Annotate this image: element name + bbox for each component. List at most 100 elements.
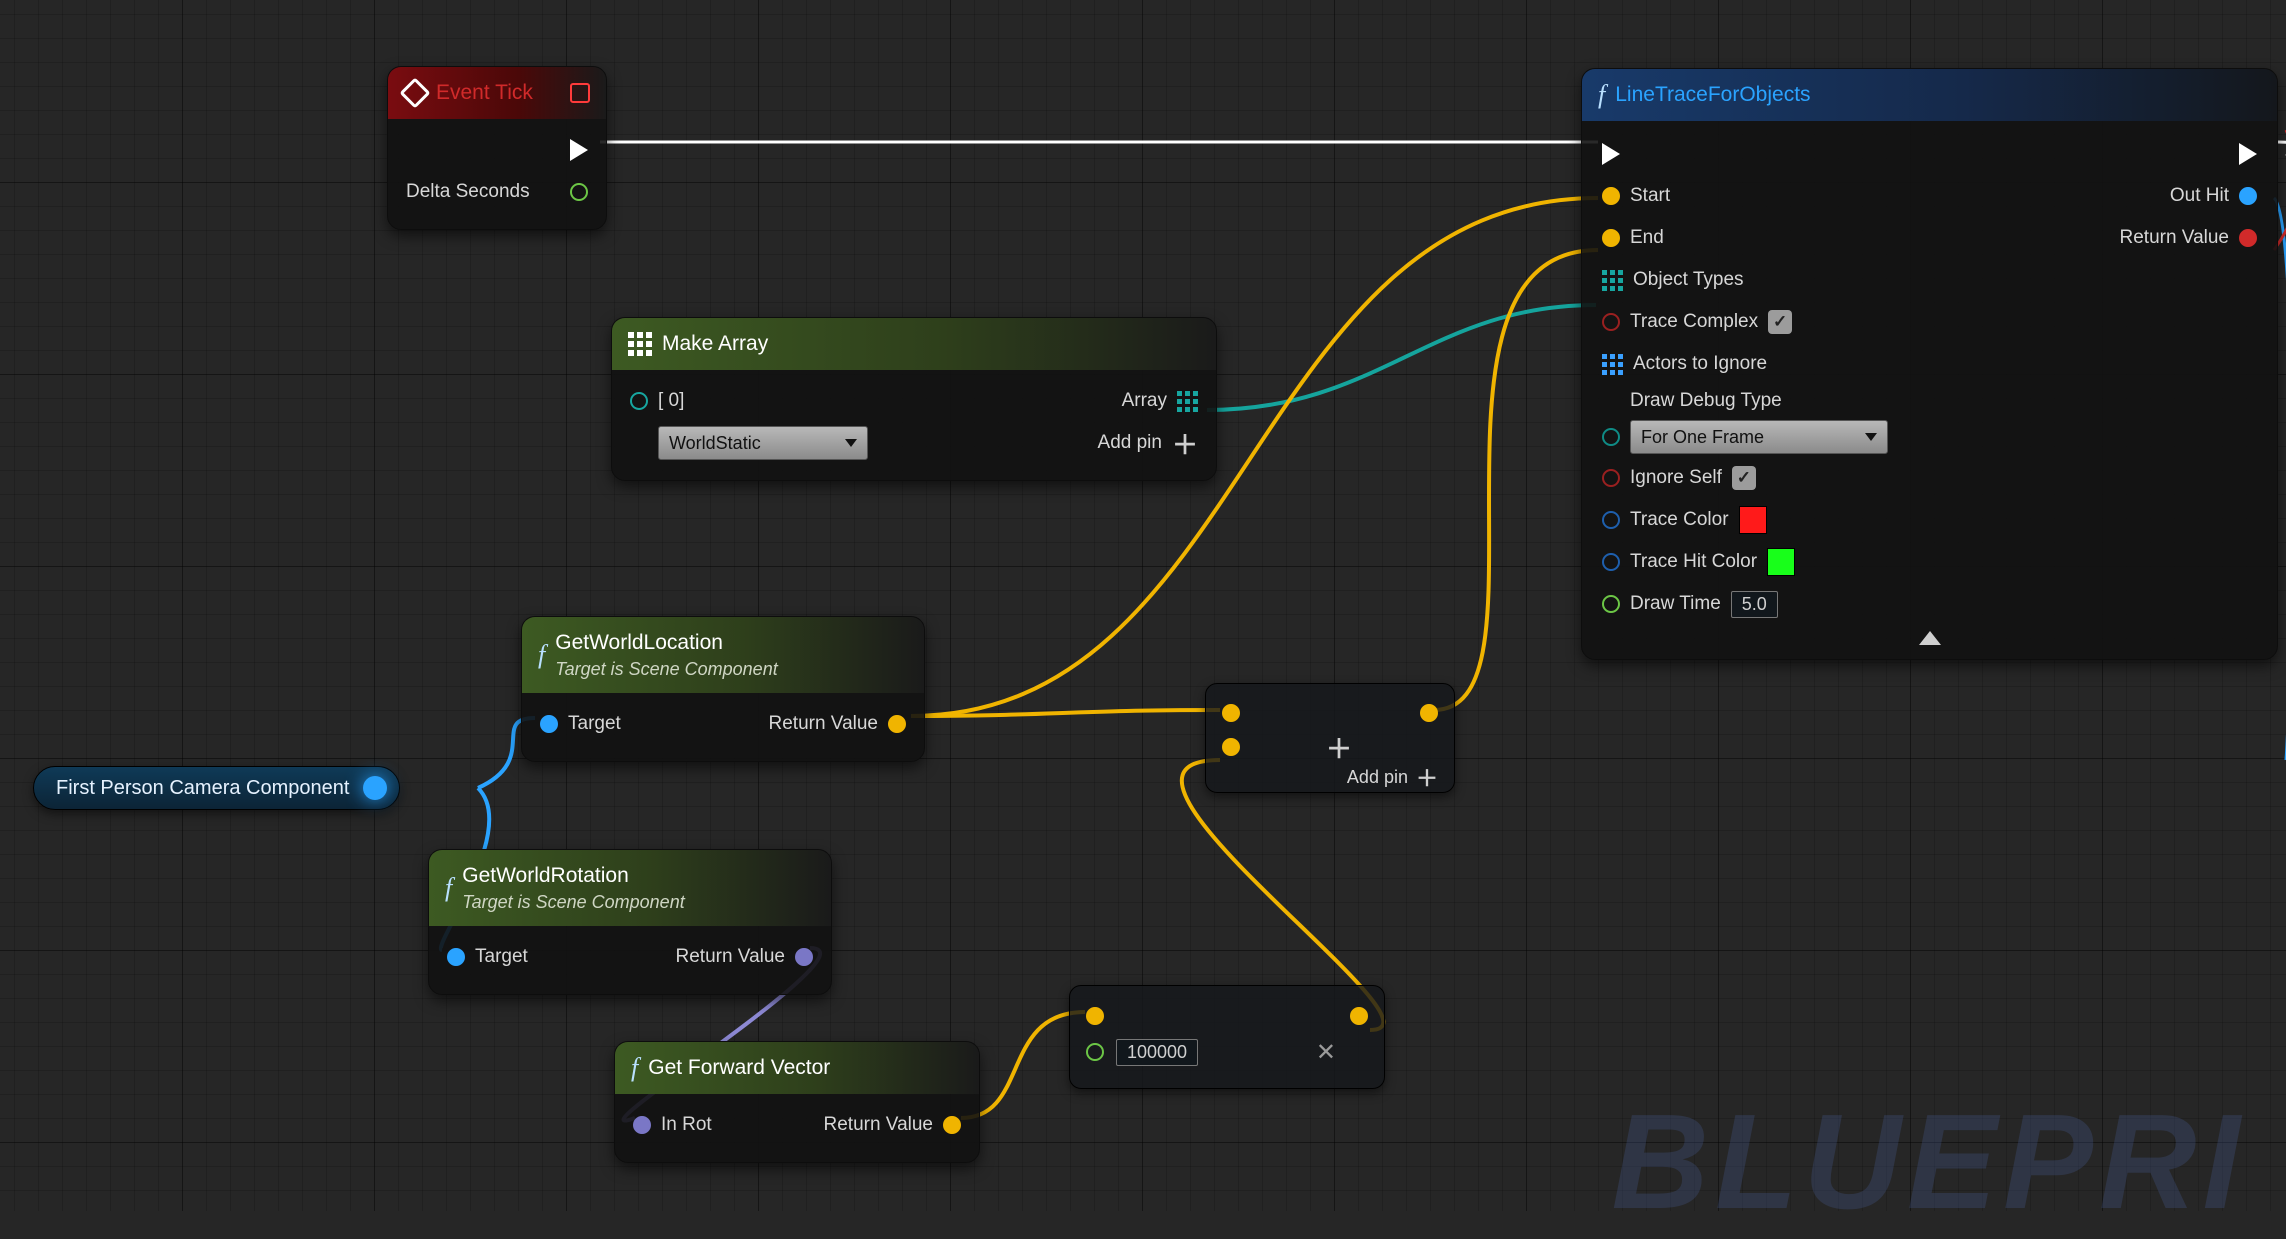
array-pin-icon[interactable] [1602, 270, 1623, 291]
add-pin-label: Add pin [1098, 432, 1162, 454]
get-forward-vector-node[interactable]: f Get Forward Vector In Rot Return Value [614, 1041, 980, 1163]
mult-out-pin[interactable] [1350, 1007, 1368, 1025]
color-swatch[interactable] [1739, 506, 1767, 534]
pin-label: Return Value [676, 946, 786, 968]
ignore-self-pin[interactable] [1602, 469, 1620, 487]
array-out-label: Array [1122, 390, 1167, 412]
return-value-pin[interactable] [2239, 229, 2257, 247]
get-world-location-node[interactable]: f GetWorldLocation Target is Scene Compon… [521, 616, 925, 762]
checkbox[interactable]: ✓ [1732, 466, 1756, 490]
chevron-down-icon [1865, 433, 1877, 441]
trace-color-pin[interactable] [1602, 511, 1620, 529]
index-label: [ 0] [658, 390, 684, 412]
float-input[interactable]: 5.0 [1731, 591, 1778, 618]
return-value-pin[interactable] [943, 1116, 961, 1134]
pin-label: Target [475, 946, 528, 968]
event-icon [399, 77, 430, 108]
node-title: GetWorldRotation [462, 864, 684, 888]
color-swatch[interactable] [1767, 548, 1795, 576]
pin-label: Ignore Self [1630, 467, 1722, 489]
array-elem-pin[interactable] [630, 392, 648, 410]
in-rot-pin[interactable] [633, 1116, 651, 1134]
float-input[interactable]: 100000 [1116, 1039, 1198, 1066]
draw-debug-type-pin[interactable] [1602, 428, 1620, 446]
event-tick-node[interactable]: Event Tick Delta Seconds [387, 66, 607, 230]
dropdown-value: For One Frame [1641, 427, 1764, 448]
multiply-icon: ✕ [1316, 1038, 1336, 1067]
make-array-node[interactable]: Make Array [ 0] Array WorldStatic Add pi… [611, 317, 1217, 481]
delta-seconds-pin[interactable] [570, 183, 588, 201]
pin-label: Trace Hit Color [1630, 551, 1757, 573]
function-icon: f [445, 873, 452, 903]
pin-label: Out Hit [2170, 185, 2229, 207]
draw-time-pin[interactable] [1602, 595, 1620, 613]
node-title: GetWorldLocation [555, 631, 777, 655]
line-trace-node[interactable]: f LineTraceForObjects Start Out Hit End … [1581, 68, 2278, 660]
vector-multiply-node[interactable]: 100000 ✕ [1069, 985, 1385, 1089]
out-hit-pin[interactable] [2239, 187, 2257, 205]
get-world-rotation-node[interactable]: f GetWorldRotation Target is Scene Compon… [428, 849, 832, 995]
target-pin[interactable] [540, 715, 558, 733]
node-subtitle: Target is Scene Component [462, 892, 684, 913]
camera-variable-node[interactable]: First Person Camera Component [33, 766, 400, 810]
pin-label: Start [1630, 185, 1670, 207]
array-pin-icon[interactable] [1602, 354, 1623, 375]
pin-label: Trace Complex [1630, 311, 1758, 333]
exec-in-pin[interactable] [1602, 143, 1620, 165]
node-header[interactable]: f GetWorldLocation Target is Scene Compon… [522, 617, 924, 693]
node-title: LineTraceForObjects [1615, 83, 1810, 107]
node-header[interactable]: f Get Forward Vector [615, 1042, 979, 1094]
pin-label: Draw Debug Type [1630, 390, 1782, 412]
node-header[interactable]: f LineTraceForObjects [1582, 69, 2277, 121]
function-icon: f [538, 640, 545, 670]
node-header[interactable]: Make Array [612, 318, 1216, 370]
end-pin[interactable] [1602, 229, 1620, 247]
array-icon [628, 332, 652, 356]
pin-label: Object Types [1633, 269, 1744, 291]
trace-hit-color-pin[interactable] [1602, 553, 1620, 571]
return-value-pin[interactable] [888, 715, 906, 733]
object-out-pin[interactable] [363, 776, 387, 800]
node-header[interactable]: Event Tick [388, 67, 606, 119]
function-icon: f [1598, 80, 1605, 110]
add-pin-label: Add pin [1347, 767, 1408, 788]
enum-dropdown[interactable]: For One Frame [1630, 420, 1888, 454]
pin-label: Return Value [824, 1114, 934, 1136]
add-b-pin[interactable] [1222, 738, 1240, 756]
node-title: Event Tick [436, 81, 533, 105]
watermark: BLUEPRI [1611, 1084, 2246, 1239]
dropdown-value: WorldStatic [669, 433, 761, 454]
pin-label: Return Value [2120, 227, 2230, 249]
plus-icon: ＋ [1326, 729, 1352, 766]
node-header[interactable]: f GetWorldRotation Target is Scene Compon… [429, 850, 831, 926]
vector-add-node[interactable]: ＋ Add pin ＋ [1205, 683, 1455, 793]
enum-dropdown[interactable]: WorldStatic [658, 426, 868, 460]
function-icon: f [631, 1053, 638, 1083]
exec-out-pin[interactable] [2239, 143, 2257, 165]
chevron-down-icon [845, 439, 857, 447]
add-a-pin[interactable] [1222, 704, 1240, 722]
mult-a-pin[interactable] [1086, 1007, 1104, 1025]
trace-complex-pin[interactable] [1602, 313, 1620, 331]
exec-out-pin[interactable] [570, 139, 588, 161]
pin-label: Trace Color [1630, 509, 1729, 531]
collapse-icon[interactable] [1919, 631, 1941, 645]
add-pin-button[interactable]: ＋ [1416, 761, 1438, 793]
node-title: Get Forward Vector [648, 1056, 830, 1080]
pin-label: In Rot [661, 1114, 712, 1136]
breakpoint-icon [570, 83, 590, 103]
pin-label: End [1630, 227, 1664, 249]
target-pin[interactable] [447, 948, 465, 966]
pin-label: Return Value [769, 713, 879, 735]
return-value-pin[interactable] [795, 948, 813, 966]
add-out-pin[interactable] [1420, 704, 1438, 722]
node-subtitle: Target is Scene Component [555, 659, 777, 680]
mult-b-pin[interactable] [1086, 1043, 1104, 1061]
array-pin-icon[interactable] [1177, 391, 1198, 412]
variable-label: First Person Camera Component [56, 777, 349, 800]
checkbox[interactable]: ✓ [1768, 310, 1792, 334]
add-pin-button[interactable]: ＋ [1172, 425, 1198, 462]
pin-label: Target [568, 713, 621, 735]
pin-label: Delta Seconds [406, 181, 530, 203]
start-pin[interactable] [1602, 187, 1620, 205]
